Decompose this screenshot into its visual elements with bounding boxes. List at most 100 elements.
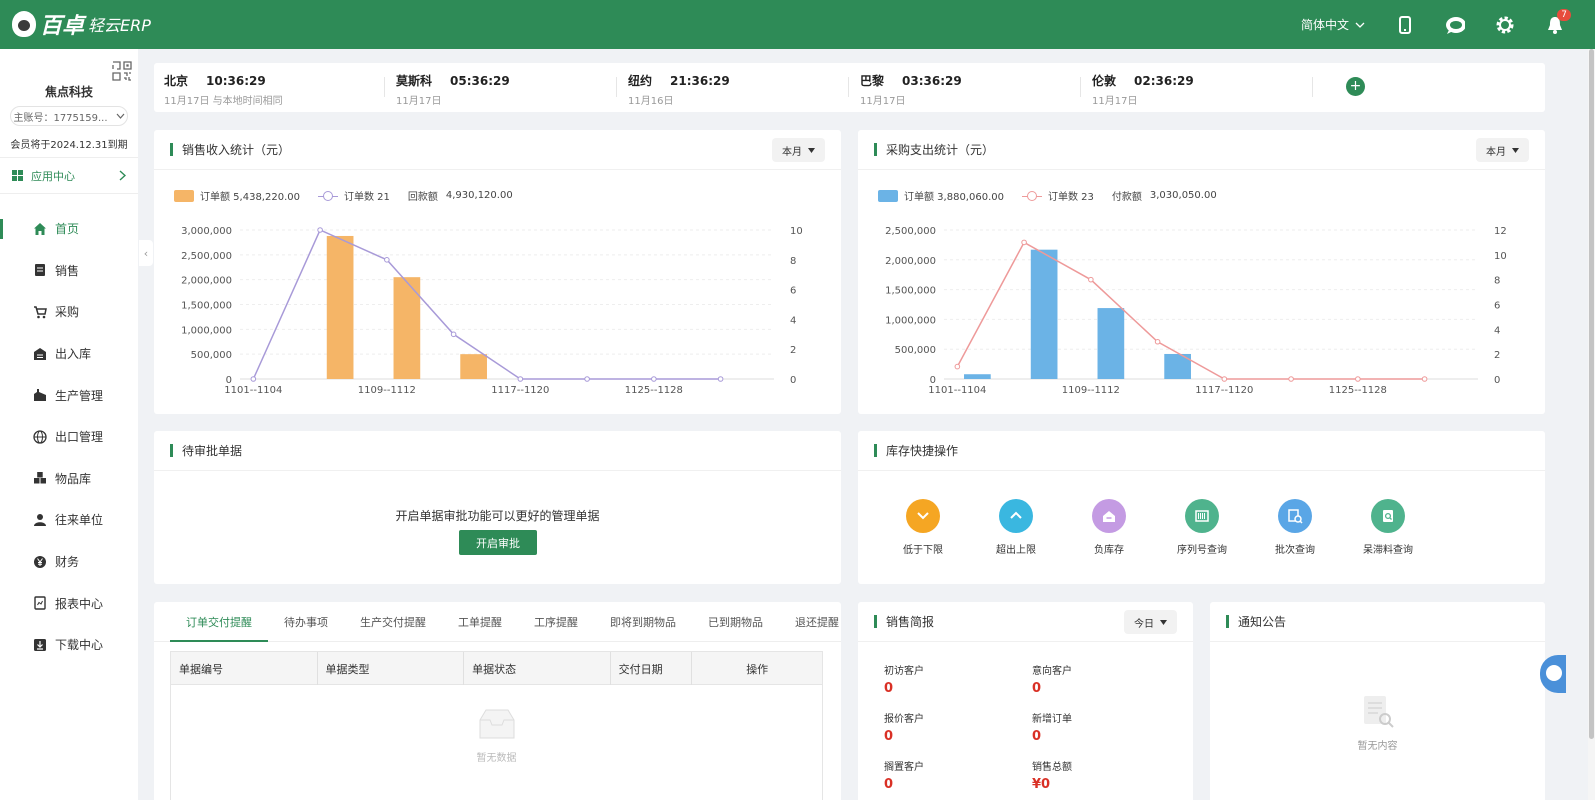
app-center-link[interactable]: 应用中心 [0,158,138,194]
sidebar-item-11[interactable]: 下载中心 [0,624,138,666]
tab-reminder-1[interactable]: 订单交付提醒 [170,614,268,642]
tab-reminder-4[interactable]: 工单提醒 [442,614,518,641]
inventory-action[interactable]: 负库存 [1074,499,1144,556]
sales-brief-metric[interactable]: 意向客户 0 [1032,662,1072,696]
sidebar-item-1[interactable]: 首页 [0,208,138,250]
mobile-icon[interactable] [1395,15,1415,35]
assistant-avatar[interactable] [1540,655,1566,693]
qr-code-icon[interactable] [112,61,132,81]
purchase-card-title: 采购支出统计（元） [886,143,995,157]
y-right-tick-label: 0 [790,375,796,386]
approval-message: 开启单据审批功能可以更好的管理单据 [395,509,600,523]
line-point [584,376,590,382]
line-point [517,376,524,382]
clock-city: 莫斯科 [396,74,433,88]
tab-reminder-2[interactable]: 待办事项 [268,614,344,641]
period-dropdown[interactable]: 本月 [772,138,825,162]
barcode-icon [1185,499,1219,533]
table-header: 单据编号 单据类型 单据状态 交付日期 操作 [171,652,822,685]
sidebar-item-7[interactable]: 物品库 [0,458,138,500]
brand-subtitle: 轻云ERP [88,16,151,35]
reminder-tabs: 订单交付提醒 待办事项 生产交付提醒 工单提醒 工序提醒 即将到期物品 已到期物品 退还提醒 [154,602,841,642]
line-point [1221,376,1228,382]
tab-reminder-5[interactable]: 工序提醒 [518,614,594,641]
app-logo[interactable]: 百卓 轻云ERP [12,8,151,40]
world-clock: 莫斯科 05:36:29 11月17日 [396,72,510,107]
enable-approval-button[interactable]: 开启审批 [459,530,537,555]
sidebar-item-9[interactable]: 财务 [0,541,138,583]
tab-reminder-3[interactable]: 生产交付提醒 [344,614,442,641]
inventory-action[interactable]: 序列号查询 [1167,499,1237,556]
scrollbar-thumb[interactable] [1589,49,1594,739]
card-title: 库存快捷操作 [858,431,1545,471]
inventory-action[interactable]: 超出上限 [981,499,1051,556]
y-right-tick-label: 10 [790,226,803,237]
table-column-header: 单据编号 [171,652,318,685]
sales-brief-metric[interactable]: 初访客户 0 [884,662,924,696]
x-tick-label: 1125--1128 [625,385,683,396]
sidebar-item-label: 销售 [55,263,80,278]
grid-icon [12,170,23,181]
yen-icon [33,555,47,569]
legend-order-count[interactable]: 订单数 23 [1048,188,1094,203]
caret-down-icon [1512,147,1519,153]
top-bar: 百卓 轻云ERP 简体中文 7 [0,0,1595,49]
sidebar-item-4[interactable]: 出入库 [0,333,138,375]
tab-reminder-7[interactable]: 已到期物品 [692,614,779,641]
table-column-header: 操作 [746,662,769,676]
legend-order-count[interactable]: 订单数 21 [344,188,390,203]
add-clock-button[interactable]: + [1346,77,1365,96]
line-point [1154,338,1161,345]
doc-search-icon [1371,499,1405,533]
legend-order-amount[interactable]: 订单额 3,880,060.00 [904,188,1004,203]
metric-value: 0 [884,729,894,744]
sales-brief-metric[interactable]: 新增订单 0 [1032,710,1072,744]
inventory-action[interactable]: 呆滞料查询 [1353,499,1423,556]
sales-brief-metric[interactable]: 搁置客户 0 [884,758,924,792]
language-selector[interactable]: 简体中文 [1301,16,1365,33]
period-dropdown[interactable]: 今日 [1124,610,1177,634]
chat-icon[interactable] [1445,15,1465,35]
factory-icon [33,388,47,402]
y-right-tick-label: 10 [1494,251,1507,262]
sales-brief-metric[interactable]: 销售总额 ¥0 [1032,758,1072,792]
notification-badge: 7 [1557,8,1571,21]
sales-brief-metric[interactable]: 报价客户 0 [884,710,924,744]
sidebar-item-5[interactable]: 生产管理 [0,374,138,416]
sidebar-item-8[interactable]: 往来单位 [0,499,138,541]
sidebar-item-2[interactable]: 销售 [0,250,138,292]
bell-icon[interactable]: 7 [1545,8,1571,35]
clock-city: 巴黎 [860,74,885,88]
sidebar-item-6[interactable]: 出口管理 [0,416,138,458]
notice-card: 通知公告 暂无内容 [1210,602,1545,800]
y-left-tick-label: 1,500,000 [885,286,936,297]
inventory-action[interactable]: 批次查询 [1260,499,1330,556]
reminder-card: 订单交付提醒 待办事项 生产交付提醒 工单提醒 工序提醒 即将到期物品 已到期物品 退还提醒 … [154,602,841,800]
inventory-action[interactable]: 低于下限 [888,499,958,556]
collapse-sidebar-button[interactable]: ‹ [139,240,153,266]
period-dropdown[interactable]: 本月 [1476,138,1529,162]
legend-bar-swatch [174,189,194,202]
legend-order-amount[interactable]: 订单额 5,438,220.00 [200,188,300,203]
batch-search-icon [1278,499,1312,533]
table-column-header: 交付日期 [611,652,693,685]
sidebar-item-10[interactable]: 报表中心 [0,582,138,624]
sidebar-item-label: 物品库 [55,471,92,486]
house-minus-icon [1092,499,1126,533]
sidebar: 焦点科技 主账号：1775159... 会员将于2024.12.31到期 应用中… [0,49,138,800]
clock-city: 北京 [164,74,189,88]
y-right-tick-label: 12 [1494,226,1507,237]
tab-reminder-6[interactable]: 即将到期物品 [594,614,692,641]
line-point [717,376,724,382]
account-selector[interactable]: 主账号：1775159... [10,106,128,126]
sidebar-item-3[interactable]: 采购 [0,291,138,333]
y-right-tick-label: 6 [790,286,796,297]
line-point [1288,376,1294,382]
page-scrollbar[interactable] [1588,49,1595,800]
download-icon [33,638,47,652]
empty-document-icon [1363,696,1394,728]
clock-time: 03:36:29 [902,74,962,88]
x-tick-label: 1109--1112 [1062,385,1120,396]
tab-reminder-8[interactable]: 退还提醒 [779,614,855,641]
gear-icon[interactable] [1495,15,1515,35]
